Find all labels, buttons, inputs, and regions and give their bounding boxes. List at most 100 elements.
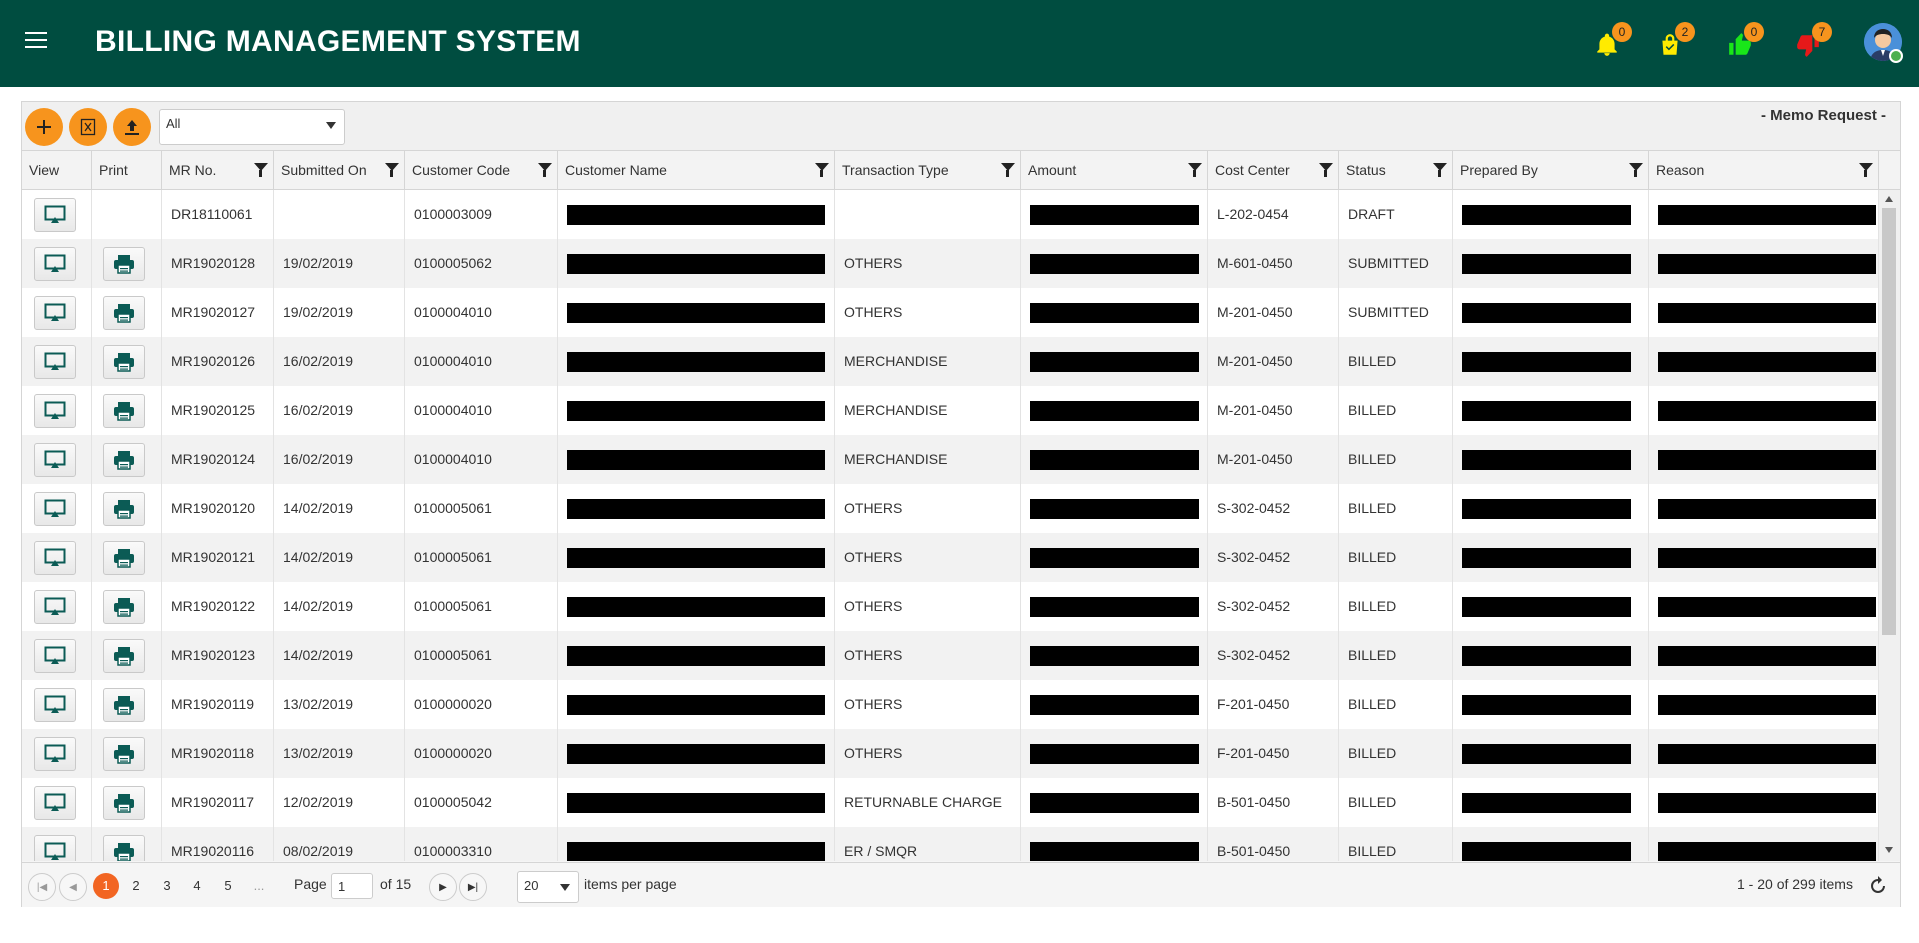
table-row[interactable]: MR19020118 13/02/2019 0100000020 OTHERS F-20… — [22, 729, 1879, 778]
status-cell: BILLED — [1339, 729, 1453, 778]
column-header-prepared-by[interactable]: Prepared By — [1453, 151, 1649, 189]
add-button[interactable] — [25, 108, 63, 146]
print-cell — [92, 190, 162, 239]
table-row[interactable]: MR19020123 14/02/2019 0100005061 OTHERS S-30… — [22, 631, 1879, 680]
print-button[interactable] — [103, 786, 145, 820]
view-button[interactable] — [34, 835, 76, 861]
orders-button[interactable]: 2 — [1657, 22, 1695, 60]
scroll-down-icon[interactable] — [1885, 847, 1893, 853]
refresh-icon[interactable] — [1868, 876, 1888, 896]
print-button[interactable] — [103, 492, 145, 526]
print-button[interactable] — [103, 590, 145, 624]
table-row[interactable]: MR19020128 19/02/2019 0100005062 OTHERS M-60… — [22, 239, 1879, 288]
print-button[interactable] — [103, 737, 145, 771]
page-number-input[interactable]: 1 — [331, 873, 373, 899]
submitted-on-cell: 19/02/2019 — [274, 239, 405, 288]
print-button[interactable] — [103, 443, 145, 477]
table-row[interactable]: MR19020126 16/02/2019 0100004010 MERCHANDIS… — [22, 337, 1879, 386]
view-button[interactable] — [34, 737, 76, 771]
mr-no-cell: MR19020123 — [162, 631, 274, 680]
scrollbar-thumb[interactable] — [1882, 208, 1896, 635]
customer-name-redacted — [567, 401, 825, 421]
page-number-3[interactable]: 3 — [154, 873, 180, 899]
print-button[interactable] — [103, 296, 145, 330]
table-row[interactable]: MR19020120 14/02/2019 0100005061 OTHERS S-30… — [22, 484, 1879, 533]
view-button[interactable] — [34, 541, 76, 575]
column-header-transaction-type[interactable]: Transaction Type — [835, 151, 1021, 189]
previous-page-button[interactable]: ◀ — [59, 873, 87, 901]
filter-icon[interactable] — [1319, 163, 1333, 177]
column-header-amount[interactable]: Amount — [1021, 151, 1208, 189]
transaction-type-cell: MERCHANDISE — [835, 435, 1021, 484]
cost-center-cell: S-302-0452 — [1208, 533, 1339, 582]
status-filter-dropdown[interactable]: All — [159, 109, 345, 145]
column-header-customer-code[interactable]: Customer Code — [405, 151, 558, 189]
page-size-dropdown[interactable]: 20 — [517, 871, 579, 903]
print-button[interactable] — [103, 688, 145, 722]
table-row[interactable]: MR19020124 16/02/2019 0100004010 MERCHANDIS… — [22, 435, 1879, 484]
first-page-button[interactable]: |◀ — [28, 873, 56, 901]
transaction-type-cell: OTHERS — [835, 239, 1021, 288]
scroll-up-icon[interactable] — [1885, 196, 1893, 202]
view-button[interactable] — [34, 590, 76, 624]
print-button[interactable] — [103, 394, 145, 428]
export-excel-button[interactable] — [69, 108, 107, 146]
view-button[interactable] — [34, 492, 76, 526]
reason-redacted — [1658, 695, 1876, 715]
view-button[interactable] — [34, 639, 76, 673]
view-button[interactable] — [34, 394, 76, 428]
monitor-view-icon — [44, 842, 66, 860]
last-page-button[interactable]: ▶| — [459, 873, 487, 901]
mr-no-cell: MR19020121 — [162, 533, 274, 582]
view-button[interactable] — [34, 198, 76, 232]
table-row[interactable]: MR19020122 14/02/2019 0100005061 OTHERS S-30… — [22, 582, 1879, 631]
filter-icon[interactable] — [254, 163, 268, 177]
page-number-5[interactable]: 5 — [215, 873, 241, 899]
vertical-scrollbar[interactable] — [1879, 190, 1900, 861]
filter-icon[interactable] — [1433, 163, 1447, 177]
view-button[interactable] — [34, 443, 76, 477]
column-header-view[interactable]: View — [22, 151, 92, 189]
view-button[interactable] — [34, 247, 76, 281]
print-button[interactable] — [103, 835, 145, 861]
filter-icon[interactable] — [1188, 163, 1202, 177]
page-number-2[interactable]: 2 — [123, 873, 149, 899]
column-header-reason[interactable]: Reason — [1649, 151, 1879, 189]
filter-icon[interactable] — [1629, 163, 1643, 177]
view-button[interactable] — [34, 786, 76, 820]
prepared-by-redacted — [1462, 303, 1631, 323]
approved-button[interactable]: 0 — [1726, 22, 1764, 60]
notifications-button[interactable]: 0 — [1594, 22, 1632, 60]
page-number-1[interactable]: 1 — [93, 873, 119, 899]
upload-button[interactable] — [113, 108, 151, 146]
print-button[interactable] — [103, 345, 145, 379]
hamburger-menu-icon[interactable] — [25, 32, 47, 50]
page-number-4[interactable]: 4 — [184, 873, 210, 899]
view-button[interactable] — [34, 688, 76, 722]
filter-icon[interactable] — [815, 163, 829, 177]
cost-center-cell: S-302-0452 — [1208, 582, 1339, 631]
print-button[interactable] — [103, 247, 145, 281]
rejected-button[interactable]: 7 — [1794, 22, 1832, 60]
view-button[interactable] — [34, 345, 76, 379]
view-button[interactable] — [34, 296, 76, 330]
table-row[interactable]: MR19020127 19/02/2019 0100004010 OTHERS M-20… — [22, 288, 1879, 337]
filter-icon[interactable] — [538, 163, 552, 177]
table-row[interactable]: MR19020121 14/02/2019 0100005061 OTHERS S-30… — [22, 533, 1879, 582]
prepared-by-redacted — [1462, 254, 1631, 274]
table-row[interactable]: MR19020116 08/02/2019 0100003310 ER / SMQR B… — [22, 827, 1879, 861]
filter-icon[interactable] — [1001, 163, 1015, 177]
more-pages-button[interactable]: ... — [246, 873, 272, 899]
column-header-print[interactable]: Print — [92, 151, 162, 189]
table-row[interactable]: MR19020125 16/02/2019 0100004010 MERCHANDIS… — [22, 386, 1879, 435]
table-row[interactable]: MR19020117 12/02/2019 0100005042 RETURNABLE… — [22, 778, 1879, 827]
table-row[interactable]: MR19020119 13/02/2019 0100000020 OTHERS F-20… — [22, 680, 1879, 729]
filter-icon[interactable] — [1859, 163, 1873, 177]
table-row[interactable]: DR18110061 0100003009 L-202-0454 DRAFT — [22, 190, 1879, 239]
print-button[interactable] — [103, 639, 145, 673]
next-page-button[interactable]: ▶ — [429, 873, 457, 901]
filter-icon[interactable] — [385, 163, 399, 177]
customer-name-redacted — [567, 597, 825, 617]
print-button[interactable] — [103, 541, 145, 575]
column-header-customer-name[interactable]: Customer Name — [558, 151, 835, 189]
